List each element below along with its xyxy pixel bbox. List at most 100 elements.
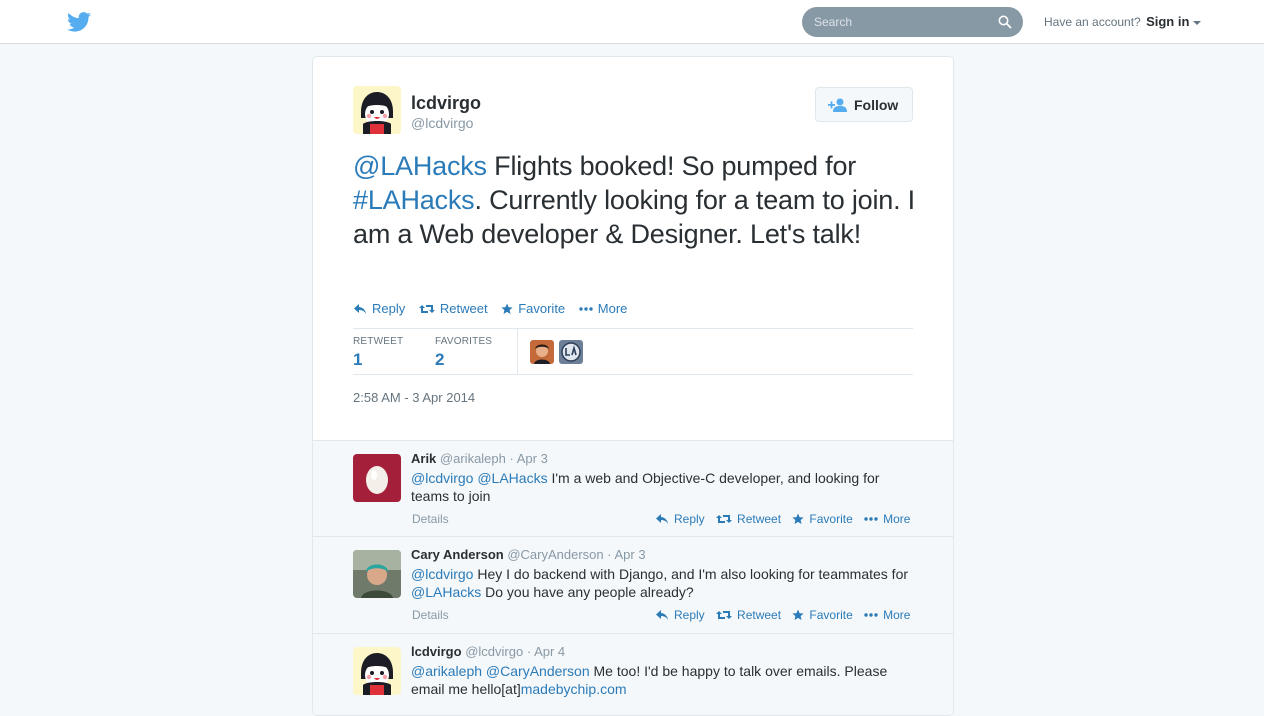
reply-tweet[interactable]: Cary Anderson @CaryAnderson · Apr 3 @lcd… xyxy=(313,537,953,634)
avatar[interactable] xyxy=(353,647,401,695)
tweet-text-part: Flights booked! So pumped for xyxy=(486,151,857,181)
caret-down-icon[interactable] xyxy=(1193,20,1202,25)
reply-text: @arikaleph @CaryAnderson Me too! I'd be … xyxy=(411,662,911,698)
search-input[interactable] xyxy=(802,7,1004,37)
author-fullname[interactable]: lcdvirgo xyxy=(411,93,481,114)
more-button[interactable]: More xyxy=(579,301,627,316)
retweet-stat-label: RETWEET xyxy=(353,336,404,347)
more-dots-icon xyxy=(864,517,878,521)
stats-divider xyxy=(517,329,518,375)
reply-label: Reply xyxy=(674,512,705,526)
reply-text-part: Hey I do backend with Django, and I'm al… xyxy=(473,566,909,582)
reply-time-separator: · xyxy=(509,451,514,466)
reply-label: Reply xyxy=(372,301,406,316)
more-button[interactable]: More xyxy=(864,512,910,526)
reply-label: Reply xyxy=(674,608,705,622)
reply-button[interactable]: Reply xyxy=(655,608,705,622)
reply-time[interactable]: Apr 3 xyxy=(517,451,548,466)
more-dots-icon xyxy=(864,613,878,617)
reply-text: @lcdvirgo Hey I do backend with Django, … xyxy=(411,565,911,601)
more-dots-icon xyxy=(579,307,593,311)
account-area: Have an account? Sign in xyxy=(1044,14,1202,29)
reply-button[interactable]: Reply xyxy=(353,301,405,316)
mention-link[interactable]: @CaryAnderson xyxy=(486,663,590,679)
follow-label: Follow xyxy=(854,97,899,113)
favorite-button[interactable]: Favorite xyxy=(792,608,853,622)
reply-header: lcdvirgo @lcdvirgo · Apr 4 xyxy=(411,644,565,659)
retweet-count[interactable]: 1 xyxy=(353,350,362,370)
tweet-actions: Reply Retweet Favorite More xyxy=(353,301,637,316)
retweet-icon xyxy=(716,513,732,525)
egg-avatar[interactable] xyxy=(353,454,401,502)
retweet-label: Retweet xyxy=(737,512,782,526)
reply-actions: Reply Retweet Favorite More xyxy=(655,512,918,526)
star-icon xyxy=(501,303,513,315)
retweet-icon xyxy=(716,609,732,621)
favorite-button[interactable]: Favorite xyxy=(501,301,565,316)
reply-icon xyxy=(353,303,367,315)
star-icon xyxy=(792,513,804,525)
mention-link[interactable]: @lcdvirgo xyxy=(411,566,473,582)
reply-text: @lcdvirgo @LAHacks I'm a web and Objecti… xyxy=(411,469,911,505)
sign-in-link[interactable]: Sign in xyxy=(1146,14,1189,29)
reply-button[interactable]: Reply xyxy=(655,512,705,526)
mention-link[interactable]: @lcdvirgo xyxy=(411,470,473,486)
reply-fullname[interactable]: lcdvirgo xyxy=(411,644,462,659)
more-label: More xyxy=(883,512,911,526)
reply-username[interactable]: @lcdvirgo xyxy=(465,644,523,659)
avatar[interactable] xyxy=(353,86,401,134)
favoriter-avatar[interactable] xyxy=(559,340,583,364)
main-tweet: lcdvirgo @lcdvirgo Follow @LAHacks Fligh… xyxy=(313,57,953,440)
follow-button[interactable]: Follow xyxy=(815,87,913,122)
reply-actions: Reply Retweet Favorite More xyxy=(655,608,918,622)
favorite-label: Favorite xyxy=(518,301,566,316)
favoriter-avatar[interactable] xyxy=(530,340,554,364)
reply-icon xyxy=(655,609,669,621)
reply-time-separator: · xyxy=(526,644,532,659)
more-label: More xyxy=(883,608,911,622)
reply-tweet[interactable]: Arik @arikaleph · Apr 3 @lcdvirgo @LAHac… xyxy=(313,441,953,537)
reply-text-part: Do you have any people already? xyxy=(481,584,694,600)
avatar[interactable] xyxy=(353,550,401,598)
favorite-button[interactable]: Favorite xyxy=(792,512,853,526)
hashtag-link[interactable]: #LAHacks xyxy=(353,185,475,215)
retweet-label: Retweet xyxy=(737,608,782,622)
favorite-label: Favorite xyxy=(809,512,853,526)
details-link[interactable]: Details xyxy=(412,512,449,526)
reply-username[interactable]: @CaryAnderson xyxy=(507,547,603,562)
mention-link[interactable]: @LAHacks xyxy=(411,584,481,600)
top-bar: Have an account? Sign in xyxy=(0,0,1264,44)
details-link[interactable]: Details xyxy=(412,608,449,622)
reply-time-separator: · xyxy=(607,547,612,562)
favorites-count[interactable]: 2 xyxy=(435,350,444,370)
twitter-bird-icon[interactable] xyxy=(67,12,91,32)
reply-fullname[interactable]: Cary Anderson xyxy=(411,547,504,562)
search-icon[interactable] xyxy=(998,15,1012,29)
retweet-label: Retweet xyxy=(439,301,488,316)
url-link[interactable]: madebychip.com xyxy=(521,681,627,697)
star-icon xyxy=(792,609,804,621)
reply-fullname[interactable]: Arik xyxy=(411,451,436,466)
reply-icon xyxy=(655,513,669,525)
reply-time[interactable]: Apr 3 xyxy=(615,547,646,562)
favorites-stat-label: FAVORITES xyxy=(435,336,493,347)
reply-header: Cary Anderson @CaryAnderson · Apr 3 xyxy=(411,547,646,562)
tweet-text: @LAHacks Flights booked! So pumped for #… xyxy=(353,149,918,251)
mention-link[interactable]: @LAHacks xyxy=(477,470,547,486)
search-box xyxy=(802,7,1023,37)
more-button[interactable]: More xyxy=(864,608,910,622)
mention-link[interactable]: @LAHacks xyxy=(353,151,487,181)
retweet-button[interactable]: Retweet xyxy=(419,301,488,316)
retweet-button[interactable]: Retweet xyxy=(716,512,781,526)
reply-text-part: Me too! I'd be happy to talk over emails… xyxy=(411,663,888,697)
add-user-icon xyxy=(828,98,847,112)
reply-time[interactable]: Apr 4 xyxy=(534,644,565,659)
have-account-text: Have an account? xyxy=(1044,15,1141,29)
tweet-stats: RETWEET 1 FAVORITES 2 xyxy=(353,328,913,375)
reply-username[interactable]: @arikaleph xyxy=(440,451,506,466)
reply-header: Arik @arikaleph · Apr 3 xyxy=(411,451,548,466)
mention-link[interactable]: @arikaleph xyxy=(411,663,482,679)
tweet-timestamp[interactable]: 2:58 AM - 3 Apr 2014 xyxy=(353,390,475,405)
retweet-button[interactable]: Retweet xyxy=(716,608,781,622)
author-username[interactable]: @lcdvirgo xyxy=(411,115,473,131)
